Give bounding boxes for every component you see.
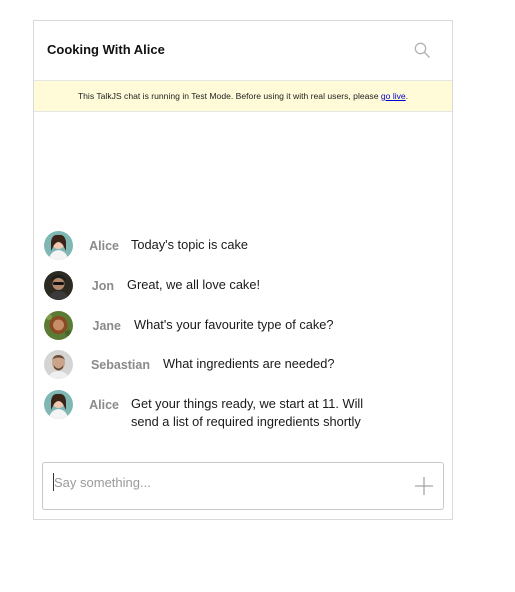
plus-icon[interactable]: [414, 476, 434, 496]
message-item: Alice Get your things ready, we start at…: [44, 390, 383, 431]
avatar: [44, 271, 73, 300]
message-text: What ingredients are needed?: [163, 356, 335, 371]
notice-end: .: [405, 91, 409, 101]
avatar: [44, 231, 73, 260]
message-item: Sebastian What ingredients are needed?: [44, 350, 334, 379]
go-live-link[interactable]: go live: [381, 91, 406, 101]
message-text: Great, we all love cake!: [127, 277, 261, 292]
chat-header: Cooking With Alice: [34, 21, 452, 81]
avatar: [44, 390, 73, 419]
test-mode-text: This TalkJS chat is running in Test Mode…: [77, 91, 381, 101]
message-input[interactable]: [53, 473, 394, 491]
chat-window: Cooking With Alice This TalkJS chat is r…: [33, 20, 453, 520]
search-icon[interactable]: [414, 42, 431, 59]
avatar: [44, 350, 73, 379]
test-mode-notice: This TalkJS chat is running in Test Mode…: [34, 81, 452, 112]
message-item: Jon Great, we all love cake!: [44, 271, 260, 300]
sender-name: Sebastian: [90, 358, 150, 372]
conversation-title: Cooking With Alice: [47, 42, 165, 57]
sender-name: Jon: [91, 279, 114, 293]
message-item: Jane What's your favourite type of cake?: [44, 311, 333, 340]
avatar: [44, 311, 73, 340]
message-composer: [42, 462, 444, 510]
message-item: Alice Today's topic is cake: [44, 231, 248, 260]
sender-name: Alice: [89, 398, 119, 412]
message-text: Today's topic is cake: [131, 237, 248, 252]
sender-name: Jane: [92, 319, 122, 333]
message-text: Get your things ready, we start at 11. W…: [131, 396, 364, 429]
sender-name: Alice: [89, 239, 119, 253]
message-text: What's your favourite type of cake?: [134, 317, 334, 332]
